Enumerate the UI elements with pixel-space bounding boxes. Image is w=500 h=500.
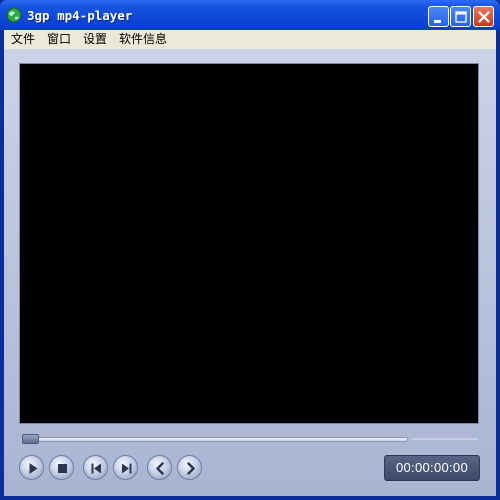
minimize-button[interactable] (428, 6, 449, 27)
stop-icon (58, 464, 67, 473)
play-button[interactable] (19, 455, 44, 480)
menu-file[interactable]: 文件 (10, 31, 36, 48)
menu-software-info[interactable]: 软件信息 (118, 31, 168, 48)
play-icon (29, 463, 38, 474)
window-title: 3gp mp4-player (27, 8, 133, 23)
window-body: 文件 窗口 设置 软件信息 00:00:00:00 (4, 30, 496, 496)
close-icon (478, 11, 490, 23)
skip-next-icon (122, 463, 132, 474)
close-button[interactable] (473, 6, 494, 27)
skip-previous-button[interactable] (83, 455, 108, 480)
skip-previous-icon (91, 463, 101, 474)
title-bar[interactable]: 3gp mp4-player (0, 0, 500, 30)
stop-button[interactable] (49, 455, 74, 480)
forward-button[interactable] (177, 455, 202, 480)
menu-bar: 文件 窗口 设置 软件信息 (4, 30, 496, 49)
video-display[interactable] (19, 63, 479, 424)
chevron-left-icon (156, 462, 164, 475)
skip-next-button[interactable] (113, 455, 138, 480)
seek-bar-end (412, 438, 478, 440)
time-display: 00:00:00:00 (384, 455, 480, 481)
maximize-icon (455, 11, 467, 23)
seek-bar[interactable] (22, 437, 408, 442)
app-window: 3gp mp4-player 文件 窗口 设置 软件信息 00:00:00:00 (0, 0, 500, 500)
globe-icon (6, 7, 22, 23)
player-panel: 00:00:00:00 (4, 49, 496, 496)
rewind-button[interactable] (147, 455, 172, 480)
seek-handle[interactable] (22, 434, 39, 444)
chevron-right-icon (187, 462, 195, 475)
minimize-icon (434, 20, 441, 23)
maximize-button[interactable] (450, 6, 471, 27)
menu-settings[interactable]: 设置 (82, 31, 108, 48)
menu-window[interactable]: 窗口 (46, 31, 72, 48)
